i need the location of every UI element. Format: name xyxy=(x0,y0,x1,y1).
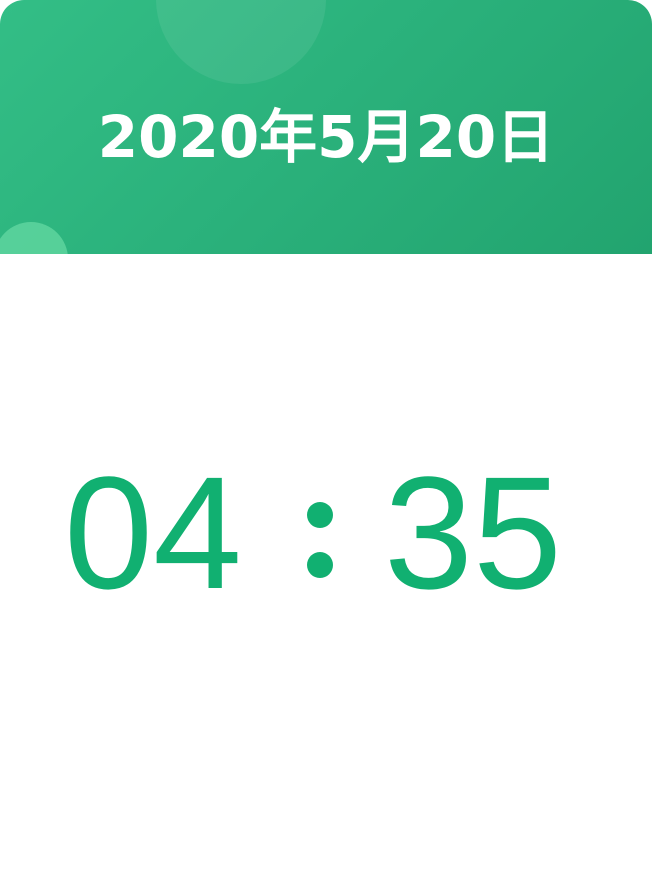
date-label: 2020年5月20日 xyxy=(97,103,555,171)
calendar-card: 2020年5月20日 04 35 xyxy=(0,0,652,880)
date-header: 2020年5月20日 xyxy=(0,0,652,254)
decorative-circle-bottom xyxy=(0,222,68,254)
minutes-value: 35 xyxy=(384,443,562,622)
decorative-circle-top xyxy=(156,0,326,84)
hours-value: 04 xyxy=(64,443,242,622)
time-display: 04 35 xyxy=(0,443,652,622)
separator-dot-bottom xyxy=(307,552,333,578)
separator-dot-top xyxy=(307,502,333,528)
